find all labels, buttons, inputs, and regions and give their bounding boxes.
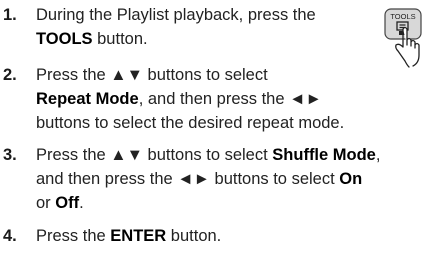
step-line: Repeat Mode, and then press the ◄► [36, 90, 322, 108]
step-text: Press the ENTER button. [36, 224, 221, 248]
step-number: 4. [3, 227, 17, 245]
step-line: Press the ▲▼ buttons to select Shuffle M… [36, 146, 381, 164]
step-line: buttons to select the desired repeat mod… [36, 114, 345, 132]
step-text: Press the ▲▼ buttons to select Repeat Mo… [36, 63, 344, 135]
tools-button-illustration: TOOLS [384, 8, 422, 68]
step-number: 1. [3, 6, 17, 24]
step-line: Press the ▲▼ buttons to select [36, 66, 268, 84]
step-line: TOOLS button. [36, 30, 148, 48]
step-line: Press the ENTER button. [36, 227, 222, 245]
step-text: Press the ▲▼ buttons to select Shuffle M… [36, 143, 380, 215]
step-line: or Off. [36, 194, 84, 212]
step-number: 2. [3, 66, 17, 84]
step-line: During the Playlist playback, press the [36, 6, 316, 24]
step-line: and then press the ◄► buttons to select … [36, 170, 363, 188]
tools-button-label: TOOLS [390, 12, 415, 21]
step-number: 3. [3, 146, 17, 164]
step-text: During the Playlist playback, press the … [36, 3, 316, 51]
remote-tools-button-press-icon: TOOLS [383, 7, 435, 69]
